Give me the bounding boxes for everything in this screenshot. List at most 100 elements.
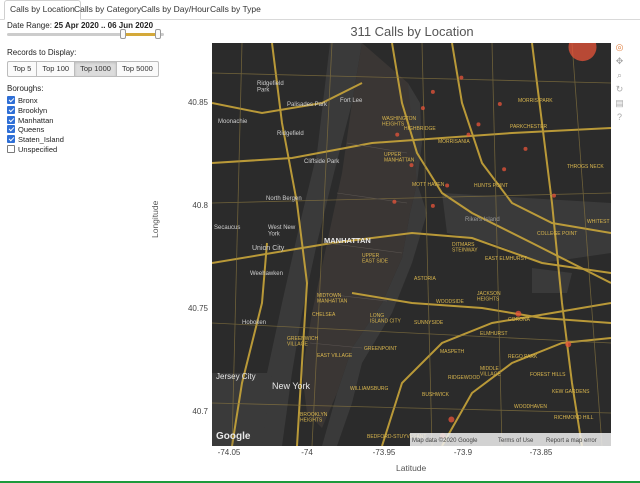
map-label-jackson-heights: JACKSON HEIGHTS <box>477 291 501 303</box>
map-label-kew-gardens: KEW GARDENS <box>552 389 590 395</box>
records-button-group: Top 5 Top 100 Top 1000 Top 5000 <box>7 61 159 77</box>
map-label-ridgefield: Ridgefield <box>277 131 304 137</box>
zoom-icon[interactable]: ⌕ <box>614 70 625 81</box>
minor-road <box>421 43 433 446</box>
date-range-slider[interactable] <box>7 33 164 36</box>
map-label-fort-lee: Fort Lee <box>340 98 363 104</box>
map-label-college-point: COLLEGE POINT <box>537 231 577 237</box>
call-point[interactable] <box>565 341 572 348</box>
map-label-palisades-park: Palisades Park <box>287 102 328 108</box>
map-canvas[interactable]: MANHATTAN New York Jersey City Hoboken U… <box>212 43 611 446</box>
call-point[interactable] <box>430 89 435 94</box>
tab-bar: Calls by Location Calls by Category Call… <box>0 0 640 20</box>
map-label-rego-park: REGO PARK <box>508 354 538 360</box>
map-label-greenpoint: GREENPOINT <box>364 346 397 352</box>
tab-calls-by-category[interactable]: Calls by Category <box>69 1 146 18</box>
x-axis-title: Latitude <box>396 463 427 473</box>
y-axis-title: Longitude <box>150 200 160 238</box>
map-label-parkchester: PARKCHESTER <box>510 124 548 130</box>
save-icon[interactable]: ▤ <box>614 98 625 109</box>
reset-icon[interactable]: ↻ <box>614 84 625 95</box>
date-range-start-handle[interactable] <box>120 29 127 39</box>
x-tick-label: -74.05 <box>217 448 241 457</box>
borough-checkbox-staten-island[interactable]: Staten_Island <box>7 134 64 144</box>
tab-calls-by-day-hour[interactable]: Calls by Day/Hour <box>136 1 215 18</box>
map-label-whitestone: WHITEST <box>587 219 610 225</box>
map-label-throgs-neck: THROGS NECK <box>567 164 604 170</box>
map-label-maspeth: MASPETH <box>440 349 465 355</box>
checkbox-brooklyn[interactable] <box>7 106 15 114</box>
call-point[interactable] <box>430 203 435 208</box>
checkbox-queens[interactable] <box>7 125 15 133</box>
tab-calls-by-type[interactable]: Calls by Type <box>205 1 266 18</box>
map-label-williamsburg: WILLIAMSBURG <box>350 386 388 392</box>
map-label-new-york: New York <box>272 381 311 391</box>
call-point[interactable] <box>466 132 471 137</box>
report-map-error-link[interactable]: Report a map error <box>546 438 597 444</box>
call-point[interactable] <box>568 43 597 62</box>
boroughs-label: Boroughs: <box>7 84 44 93</box>
call-point[interactable] <box>445 183 450 188</box>
map-label-astoria: ASTORIA <box>414 276 437 282</box>
call-point[interactable] <box>476 122 481 127</box>
y-tick-label: 40.75 <box>187 304 208 313</box>
map-label-corona: CORONA <box>508 317 531 323</box>
map-label-woodside: WOODSIDE <box>436 299 464 305</box>
map-label-mott-haven: MOTT HAVEN <box>412 182 445 188</box>
borough-checkbox-unspecified[interactable]: Unspecified <box>7 144 57 154</box>
call-point[interactable] <box>395 132 400 137</box>
map-label-bushwick: BUSHWICK <box>422 392 450 398</box>
top-1000-button[interactable]: Top 1000 <box>74 61 117 77</box>
map-label-moonachie: Moonachie <box>218 119 248 125</box>
date-range-caption: Date Range: <box>7 21 55 30</box>
map-label-west-new-york: West New York <box>268 225 296 238</box>
top-100-button[interactable]: Top 100 <box>36 61 76 77</box>
map-label-chelsea: CHELSEA <box>312 312 336 318</box>
call-point[interactable] <box>502 167 507 172</box>
date-range-label: Date Range: 25 Apr 2020 .. 06 Jun 2020 <box>7 21 153 30</box>
map-label-morris-park: MORRIS PARK <box>518 98 553 104</box>
call-point[interactable] <box>420 106 425 111</box>
date-range-selected-fill <box>123 33 158 36</box>
checkbox-label: Bronx <box>18 95 38 105</box>
borough-checkbox-queens[interactable]: Queens <box>7 124 44 134</box>
call-point[interactable] <box>448 416 455 423</box>
call-point[interactable] <box>515 310 522 317</box>
borough-checkbox-brooklyn[interactable]: Brooklyn <box>7 105 47 115</box>
checkbox-manhattan[interactable] <box>7 116 15 124</box>
checkbox-staten-island[interactable] <box>7 135 15 143</box>
map-label-middle-village: MIDDLE VILLAGE <box>480 366 502 378</box>
call-point[interactable] <box>523 146 528 151</box>
map-label-elmhurst: ELMHURST <box>480 331 508 337</box>
checkbox-bronx[interactable] <box>7 96 15 104</box>
map-label-east-village: EAST VILLAGE <box>317 353 353 359</box>
pan-icon[interactable]: ✥ <box>614 56 625 67</box>
checkbox-label: Staten_Island <box>18 134 64 144</box>
map-label-hunts-point: HUNTS POINT <box>474 183 508 189</box>
map-label-morrisania: MORRISANIA <box>438 139 470 145</box>
records-label: Records to Display: <box>7 48 77 57</box>
google-logo: Google <box>216 431 251 442</box>
map-label-forest-hills: FOREST HILLS <box>530 372 566 378</box>
top-5000-button[interactable]: Top 5000 <box>115 61 159 77</box>
x-tick-label: -73.9 <box>453 448 473 457</box>
call-point[interactable] <box>459 75 464 80</box>
flushing-bay <box>532 268 572 293</box>
call-point[interactable] <box>409 163 414 168</box>
borough-checkbox-bronx[interactable]: Bronx <box>7 95 38 105</box>
map-label-ridgewood: RIDGEWOOD <box>448 375 480 381</box>
map-plot-area[interactable]: MANHATTAN New York Jersey City Hoboken U… <box>212 43 611 446</box>
map-label-ditmars-steinway: DITMARS STEINWAY <box>452 242 478 254</box>
call-point[interactable] <box>497 102 502 107</box>
call-point[interactable] <box>552 193 556 198</box>
help-icon[interactable]: ? <box>614 112 625 123</box>
date-range-end-handle[interactable] <box>154 29 161 39</box>
plot-toolbar: ◎ ✥ ⌕ ↻ ▤ ? <box>613 42 627 126</box>
top-5-button[interactable]: Top 5 <box>7 61 38 77</box>
map-label-highbridge: HIGHBRIDGE <box>404 126 436 132</box>
map-label-east-elmhurst: EAST ELMHURST <box>485 256 527 262</box>
terms-link[interactable]: Terms of Use <box>498 438 534 444</box>
checkbox-unspecified[interactable] <box>7 145 15 153</box>
checkbox-label: Unspecified <box>18 144 58 154</box>
call-point[interactable] <box>392 199 397 204</box>
